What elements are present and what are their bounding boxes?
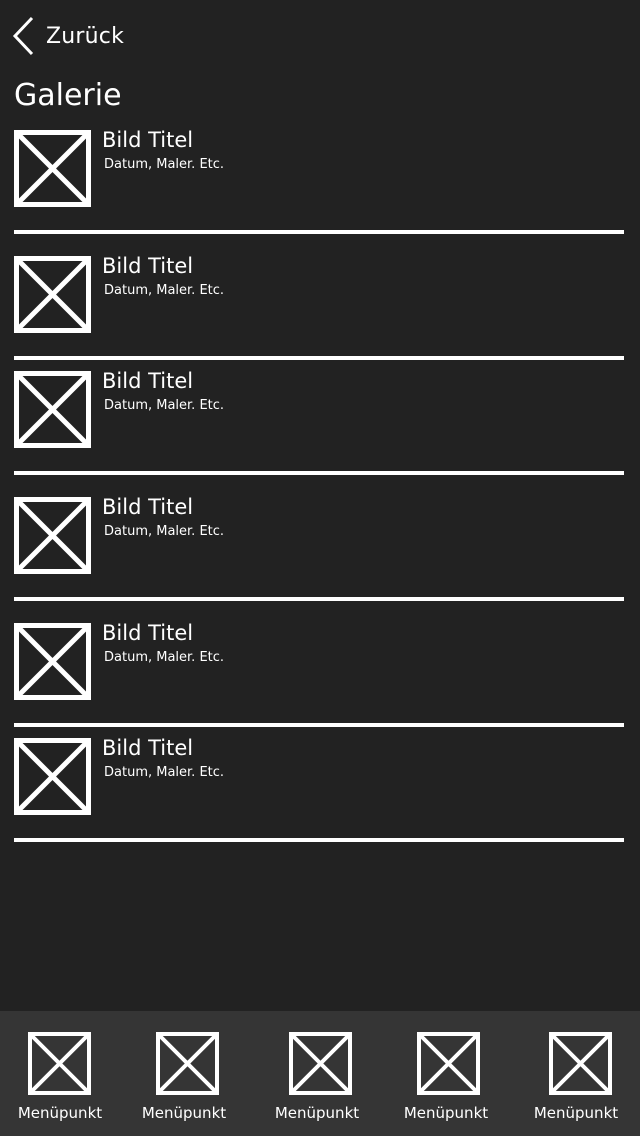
gallery-item-meta: Datum, Maler. Etc. [104, 650, 225, 665]
nav-item-2[interactable]: Menüpunkt [124, 1011, 244, 1136]
divider [14, 356, 624, 360]
gallery-item-title: Bild Titel [102, 736, 194, 760]
nav-item-1[interactable]: Menüpunkt [0, 1011, 120, 1136]
image-placeholder-icon [28, 1032, 91, 1095]
image-placeholder-icon [14, 738, 91, 815]
gallery-item-meta: Datum, Maler. Etc. [104, 765, 225, 780]
nav-item-5[interactable]: Menüpunkt [516, 1011, 636, 1136]
bottom-nav: Menüpunkt Menüpunkt Menüpunkt Menüpunkt [0, 1011, 640, 1136]
image-placeholder-icon [14, 130, 91, 207]
divider [14, 597, 624, 601]
gallery-item-meta: Datum, Maler. Etc. [104, 524, 225, 539]
nav-item-label: Menüpunkt [141, 1104, 227, 1122]
gallery-item-title: Bild Titel [102, 621, 194, 645]
nav-item-label: Menüpunkt [533, 1104, 619, 1122]
nav-item-4[interactable]: Menüpunkt [386, 1011, 506, 1136]
divider [14, 723, 624, 727]
gallery-item-title: Bild Titel [102, 369, 194, 393]
divider [14, 230, 624, 234]
image-placeholder-icon [549, 1032, 612, 1095]
gallery-item-meta: Datum, Maler. Etc. [104, 283, 225, 298]
nav-item-3[interactable]: Menüpunkt [257, 1011, 377, 1136]
nav-item-label: Menüpunkt [274, 1104, 360, 1122]
image-placeholder-icon [156, 1032, 219, 1095]
nav-item-label: Menüpunkt [17, 1104, 103, 1122]
image-placeholder-icon [14, 256, 91, 333]
image-placeholder-icon [289, 1032, 352, 1095]
gallery-item-meta: Datum, Maler. Etc. [104, 398, 225, 413]
image-placeholder-icon [14, 623, 91, 700]
image-placeholder-icon [14, 497, 91, 574]
divider [14, 838, 624, 842]
image-placeholder-icon [417, 1032, 480, 1095]
divider [14, 471, 624, 475]
image-placeholder-icon [14, 371, 91, 448]
gallery-list: Bild Titel Datum, Maler. Etc. Bild Titel… [14, 0, 624, 1000]
gallery-item-title: Bild Titel [102, 495, 194, 519]
gallery-item-title: Bild Titel [102, 128, 194, 152]
gallery-item-meta: Datum, Maler. Etc. [104, 157, 225, 172]
nav-item-label: Menüpunkt [403, 1104, 489, 1122]
gallery-item-title: Bild Titel [102, 254, 194, 278]
